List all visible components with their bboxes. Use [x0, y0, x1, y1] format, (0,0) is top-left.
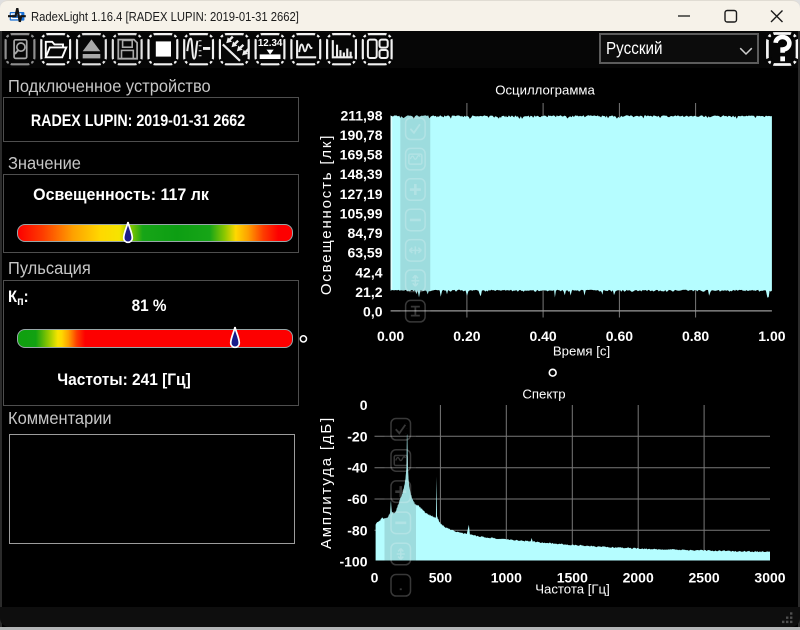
- svg-text:-60: -60: [347, 491, 367, 507]
- svg-text:42,4: 42,4: [355, 264, 382, 280]
- svg-text:Осциллограмма: Осциллограмма: [495, 83, 595, 98]
- svg-text:1.00: 1.00: [758, 328, 785, 344]
- svg-text:12.34: 12.34: [258, 38, 283, 49]
- svg-text:190,78: 190,78: [340, 127, 383, 143]
- svg-text:Спектр: Спектр: [522, 387, 565, 402]
- svg-text:Частота [Гц]: Частота [Гц]: [535, 582, 610, 597]
- svg-text:1500: 1500: [557, 570, 588, 586]
- svg-text:1000: 1000: [491, 570, 522, 586]
- svg-text:169,58: 169,58: [340, 147, 383, 163]
- svg-text:148,39: 148,39: [340, 166, 383, 182]
- svg-text:500: 500: [429, 570, 453, 586]
- svg-text:105,99: 105,99: [340, 205, 383, 221]
- svg-text:3000: 3000: [754, 570, 785, 586]
- svg-text:-40: -40: [347, 460, 367, 476]
- svg-text:0: 0: [360, 397, 368, 413]
- svg-text:211,98: 211,98: [340, 107, 382, 123]
- svg-text:-20: -20: [347, 428, 367, 444]
- svg-text:2500: 2500: [689, 570, 720, 586]
- svg-text:0: 0: [371, 570, 379, 586]
- svg-text:84,79: 84,79: [347, 225, 382, 241]
- svg-text:Время [с]: Время [с]: [553, 344, 610, 359]
- svg-text:0.60: 0.60: [606, 328, 633, 344]
- svg-text:21,2: 21,2: [355, 284, 382, 300]
- svg-text:0,0: 0,0: [363, 304, 383, 320]
- svg-text:0.80: 0.80: [682, 328, 709, 344]
- svg-text:-100: -100: [339, 554, 367, 570]
- svg-text:127,19: 127,19: [340, 186, 383, 202]
- svg-text:2000: 2000: [623, 570, 654, 586]
- svg-text:0.40: 0.40: [529, 328, 556, 344]
- svg-text:63,59: 63,59: [347, 245, 382, 261]
- svg-text:Освещенность [лк]: Освещенность [лк]: [318, 134, 335, 295]
- svg-text:-80: -80: [347, 522, 367, 538]
- svg-text:0.20: 0.20: [453, 328, 480, 344]
- svg-text:Амплитуда [дБ]: Амплитуда [дБ]: [318, 416, 335, 549]
- svg-text:0.00: 0.00: [377, 328, 404, 344]
